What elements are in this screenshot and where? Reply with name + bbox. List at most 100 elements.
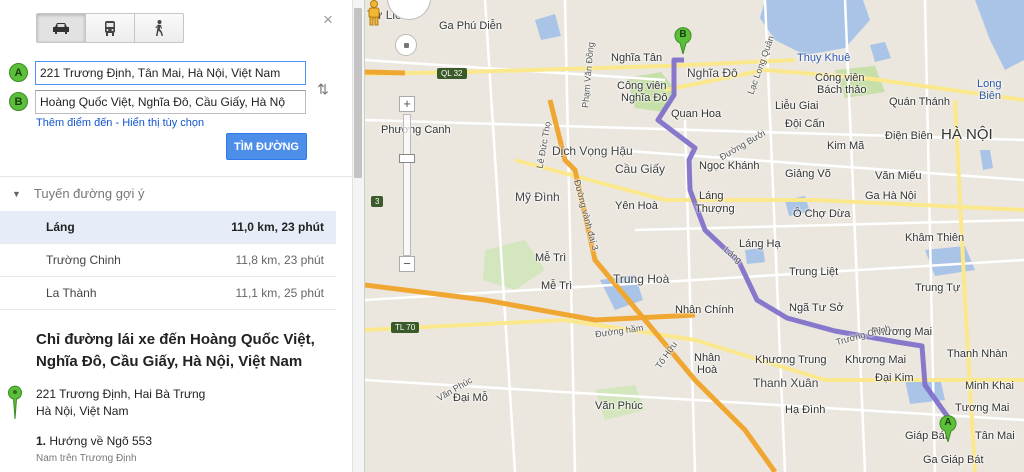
directions-title: Chỉ đường lái xe đến Hoàng Quốc Việt, Ng… <box>36 331 315 370</box>
map-label: Ô Chợ Dừa <box>793 208 851 220</box>
map-label: Nhân <box>694 352 721 364</box>
map-label: Mễ Trì <box>541 280 573 292</box>
car-icon <box>53 23 69 34</box>
map-label: Đội Cấn <box>785 118 825 130</box>
highway-shield: QL 32 <box>437 68 467 79</box>
map-label: Láng <box>699 190 724 202</box>
waypoint-links: Thêm điểm đến - Hiển thị tùy chọn <box>36 117 204 129</box>
swap-waypoints-icon[interactable]: ⇅ <box>313 76 333 102</box>
map-label: Nghĩa Tân <box>611 52 663 64</box>
map-label: Yên Hoà <box>615 200 658 212</box>
map-label: Trung Tự <box>915 282 961 294</box>
route-name: La Thành <box>46 286 97 300</box>
map-label: Nghĩa Đô <box>621 92 668 104</box>
travel-mode-selector <box>36 13 184 43</box>
route-option[interactable]: La Thành 11,1 km, 25 phút <box>0 277 336 310</box>
step-subtext: Nam trên Trương Định <box>36 453 137 464</box>
highway-shield: 3 <box>371 196 384 207</box>
mode-transit-button[interactable] <box>85 13 135 43</box>
link-separator: - <box>112 117 123 129</box>
hoan-kiem-lake <box>980 150 993 170</box>
map-label: Kim Mã <box>827 140 865 152</box>
map-label: Cầu Giấy <box>615 162 666 176</box>
route-option[interactable]: Láng 11,0 km, 23 phút <box>0 211 336 244</box>
lake <box>925 246 975 276</box>
truc-bach-lake <box>870 42 891 62</box>
map-label: Mỹ Đình <box>515 190 560 204</box>
map-label: Thanh Nhàn <box>947 348 1008 360</box>
directions-panel: × A 221 Trương Định, Tân Mai, Hà Nội, Vi… <box>0 0 365 472</box>
mode-car-button[interactable] <box>36 13 86 43</box>
route-option[interactable]: Trường Chinh 11,8 km, 23 phút <box>0 244 336 277</box>
map-label: Minh Khai <box>965 380 1014 392</box>
zoom-control: + − <box>399 96 415 276</box>
show-options-link[interactable]: Hiển thị tùy chọn <box>122 117 204 129</box>
map-label: HÀ NỘI <box>941 126 993 143</box>
red-river <box>975 0 1024 70</box>
destination-marker-b[interactable]: B <box>673 24 693 54</box>
map-label: Bách thảo <box>817 84 867 96</box>
route-meta: 11,0 km, 23 phút <box>231 220 324 234</box>
step-instruction: Hướng về Ngõ 553 <box>49 434 152 448</box>
suggested-routes-title: Tuyến đường gợi ý <box>33 186 145 201</box>
map-label: Phương Canh <box>381 124 451 136</box>
map-label: Khương Mai <box>845 354 907 366</box>
zoom-out-button[interactable]: − <box>399 256 415 272</box>
map-label: Thượng <box>695 203 735 215</box>
bus-icon <box>105 20 115 36</box>
map-label: Văn Miếu <box>875 170 922 182</box>
start-pin-icon <box>8 385 22 419</box>
waypoint-b-marker: B <box>9 92 28 111</box>
map-label: Văn Phúc <box>595 400 643 412</box>
route-list: Láng 11,0 km, 23 phút Trường Chinh 11,8 … <box>0 211 336 310</box>
marker-a-letter: A <box>944 417 951 428</box>
map-label: Nhân Chính <box>675 304 734 316</box>
route-name: Trường Chinh <box>46 253 121 267</box>
map-canvas[interactable]: Từ Liêm Ga Phú Diễn Nghĩa Tân Nghĩa Đô C… <box>365 0 1024 472</box>
map-label: Công viên <box>617 80 667 92</box>
map-label: Trung Hoà <box>613 272 670 286</box>
walking-icon <box>155 20 163 36</box>
collapse-triangle-icon: ▼ <box>12 188 21 199</box>
step-number: 1. <box>36 434 47 448</box>
mode-walk-button[interactable] <box>134 13 184 43</box>
close-icon[interactable]: × <box>323 11 333 28</box>
get-directions-button[interactable]: TÌM ĐƯỜNG <box>226 133 307 160</box>
map-label: Dịch Vọng Hậu <box>552 144 633 158</box>
pan-control[interactable] <box>395 34 417 56</box>
waypoint-a-marker: A <box>9 63 28 82</box>
zoom-slider-track[interactable] <box>403 114 411 256</box>
lake <box>745 248 765 264</box>
map-label: Ga Giáp Bát <box>923 454 984 466</box>
start-marker-a[interactable]: A <box>938 412 958 442</box>
map-label: Biên <box>979 90 1002 102</box>
map-label: Tân Mai <box>975 430 1015 442</box>
start-address-input[interactable]: 221 Trương Định, Tân Mai, Hà Nội, Việt N… <box>35 61 306 85</box>
map-label: Khâm Thiên <box>905 232 965 244</box>
destination-address-input[interactable]: Hoàng Quốc Việt, Nghĩa Đô, Cầu Giấy, Hà … <box>35 90 306 114</box>
map-label: Đại Mỗ <box>453 392 488 404</box>
map-label: Mễ Trì <box>535 252 567 264</box>
map-label: Quán Thánh <box>889 96 950 108</box>
map-label: Láng Hạ <box>739 238 781 250</box>
map-label: Ga Phú Diễn <box>439 20 502 32</box>
map-label: Ga Hà Nội <box>865 190 917 202</box>
route-meta: 11,8 km, 23 phút <box>235 253 325 267</box>
direction-step[interactable]: 1. Hướng về Ngõ 553 <box>36 434 152 448</box>
zoom-slider-thumb[interactable] <box>399 154 415 163</box>
start-address-line1: 221 Trương Định, Hai Bà Trưng <box>36 387 206 401</box>
street-view-pegman-icon[interactable] <box>365 0 383 26</box>
divider <box>0 176 352 177</box>
panel-scrollbar-thumb[interactable] <box>354 8 362 178</box>
zoom-in-button[interactable]: + <box>399 96 415 112</box>
add-destination-link[interactable]: Thêm điểm đến <box>36 117 112 129</box>
map-label: Khương Trung <box>755 354 827 366</box>
marker-b-letter: B <box>679 29 686 40</box>
map-label: Tương Mai <box>955 402 1010 414</box>
map-label: Đại Kim <box>875 372 914 384</box>
map-label: Nghĩa Đô <box>687 66 738 80</box>
suggested-routes-header[interactable]: ▼ Tuyến đường gợi ý <box>12 186 144 201</box>
map-label: Điện Biên <box>885 130 933 142</box>
map-label: Thụy Khuê <box>797 52 851 64</box>
map-label: Ngã Tư Sở <box>789 302 844 314</box>
